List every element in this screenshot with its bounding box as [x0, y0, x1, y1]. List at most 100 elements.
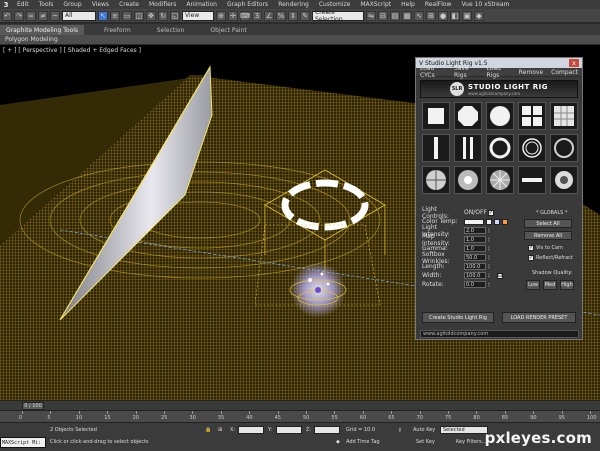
time-slider-handle[interactable]: 0 / 100: [22, 402, 44, 410]
menu-tools[interactable]: Tools: [34, 1, 59, 8]
reflect-refract-checkbox[interactable]: ✓: [528, 255, 534, 261]
menu-graph-editors[interactable]: Graph Editors: [222, 1, 273, 8]
menu-create[interactable]: Create: [114, 1, 144, 8]
graphite-toggle-icon[interactable]: ▦: [402, 10, 412, 21]
color-swatch-white[interactable]: [486, 218, 492, 225]
load-render-preset-button[interactable]: LOAD RENDER PRESET: [502, 312, 576, 323]
tab-object-paint[interactable]: Object Paint: [204, 25, 252, 35]
rotate-spinner[interactable]: [487, 281, 491, 288]
light-intensity-field[interactable]: 2.0: [464, 227, 486, 234]
render-production-icon[interactable]: ◆: [474, 10, 484, 21]
named-selection-sets-dropdown[interactable]: Create Selection: [312, 9, 364, 23]
key-icon[interactable]: ⚷: [398, 427, 402, 433]
preset-ring-light-thin[interactable]: [518, 134, 546, 162]
bind-space-warp-icon[interactable]: ~: [50, 10, 60, 21]
undo-icon[interactable]: ↶: [2, 10, 12, 21]
y-coordinate-field[interactable]: [276, 426, 302, 434]
angle-snap-icon[interactable]: ∠: [264, 10, 274, 21]
preset-soft-box-round[interactable]: [486, 102, 514, 130]
preset-radial-burst[interactable]: [486, 166, 514, 194]
mirror-icon[interactable]: ⇋: [366, 10, 376, 21]
select-manipulate-icon[interactable]: ✛: [228, 10, 238, 21]
time-tag-icon[interactable]: ◆: [336, 439, 340, 445]
gamma-spinner[interactable]: [487, 245, 491, 252]
add-time-tag[interactable]: Add Time Tag: [346, 439, 380, 445]
rendered-frame-window-icon[interactable]: ▣: [462, 10, 472, 21]
tab-selection[interactable]: Selection: [151, 25, 191, 35]
color-swatch-orange[interactable]: [502, 218, 508, 225]
preset-quad-panel[interactable]: [518, 102, 546, 130]
menu-vue[interactable]: Vue 10 xStream: [456, 1, 514, 8]
vis-to-cam-checkbox[interactable]: ✓: [528, 245, 534, 251]
select-rotate-icon[interactable]: ↻: [158, 10, 168, 21]
preset-beauty-dish[interactable]: [550, 166, 578, 194]
set-key-button[interactable]: Set Key: [416, 439, 435, 445]
map-intensity-spinner[interactable]: [487, 236, 491, 243]
map-intensity-field[interactable]: 1.0: [464, 236, 486, 243]
select-scale-icon[interactable]: ◱: [170, 10, 180, 21]
maxscript-listener[interactable]: MAXScript Mi:: [0, 437, 46, 448]
preset-radial-spot[interactable]: [454, 166, 482, 194]
absolute-mode-icon[interactable]: ⊞: [218, 427, 222, 433]
menu-compact[interactable]: Compact: [547, 69, 582, 76]
z-coordinate-field[interactable]: [314, 426, 340, 434]
select-by-name-icon[interactable]: ≡: [110, 10, 120, 21]
shadow-high-button[interactable]: High: [560, 280, 574, 290]
menu-realflow[interactable]: RealFlow: [420, 1, 457, 8]
curve-editor-icon[interactable]: ∿: [414, 10, 424, 21]
menu-group[interactable]: Group: [58, 1, 86, 8]
menu-rendering[interactable]: Rendering: [273, 1, 314, 8]
track-bar[interactable]: 0 5 10 15 20 25 30 35 40 45 50 55 60 65 70 75 80 85 90 95 10…: [0, 410, 600, 422]
length-field[interactable]: 100.0: [464, 263, 486, 270]
menu-load-cycs[interactable]: Load CYCs: [416, 65, 450, 79]
time-slider[interactable]: 0 / 100: [0, 400, 600, 410]
menu-edit[interactable]: Edit: [12, 1, 34, 8]
pivot-center-icon[interactable]: ⊕: [216, 10, 226, 21]
rectangle-selection-icon[interactable]: ▭: [122, 10, 132, 21]
material-editor-icon[interactable]: ●: [438, 10, 448, 21]
key-filters-button[interactable]: Key Filters...: [456, 439, 486, 445]
menu-maxscript[interactable]: MAXScript: [355, 1, 396, 8]
x-coordinate-field[interactable]: [238, 426, 264, 434]
window-crossing-icon[interactable]: ◫: [134, 10, 144, 21]
width-spinner[interactable]: [487, 272, 491, 279]
auto-key-button[interactable]: Auto Key: [413, 427, 435, 433]
light-intensity-spinner[interactable]: [487, 227, 491, 234]
panel-polygon-modeling[interactable]: Polygon Modeling: [0, 36, 58, 43]
edit-named-selection-icon[interactable]: ✎: [300, 10, 310, 21]
align-icon[interactable]: ⊟: [378, 10, 388, 21]
reference-coordinate-dropdown[interactable]: View: [182, 10, 214, 21]
menu-save-rigs[interactable]: Save Rigs: [450, 65, 483, 79]
tab-graphite-modeling-tools[interactable]: Graphite Modeling Tools: [0, 25, 85, 35]
percent-snap-icon[interactable]: %: [276, 10, 286, 21]
select-object-icon[interactable]: ↖: [98, 10, 108, 21]
keyboard-shortcut-icon[interactable]: ⌨: [240, 10, 250, 21]
color-swatch-blue[interactable]: [494, 218, 500, 225]
lock-selection-icon[interactable]: 🔒: [205, 427, 211, 433]
preset-soft-box-square[interactable]: [422, 102, 450, 130]
menu-help[interactable]: Help: [396, 1, 420, 8]
menu-customize[interactable]: Customize: [314, 1, 356, 8]
redo-icon[interactable]: ↷: [14, 10, 24, 21]
on-off-checkbox[interactable]: ✓: [488, 209, 494, 216]
select-all-button[interactable]: Select All: [524, 219, 572, 228]
create-studio-light-rig-button[interactable]: Create Studio Light Rig: [422, 312, 494, 323]
gamma-field[interactable]: 1.0: [464, 245, 486, 252]
menu-views[interactable]: Views: [87, 1, 114, 8]
app-logo-icon[interactable]: 3: [0, 0, 12, 9]
link-icon[interactable]: ∞: [26, 10, 36, 21]
spinner-snap-icon[interactable]: ⇕: [288, 10, 298, 21]
menu-modifiers[interactable]: Modifiers: [144, 1, 181, 8]
menu-animation[interactable]: Animation: [181, 1, 222, 8]
shadow-low-button[interactable]: Low: [526, 280, 540, 290]
color-temp-slider[interactable]: [464, 218, 484, 225]
width-field[interactable]: 100.0: [464, 272, 486, 279]
preset-strip-bar[interactable]: [518, 166, 546, 194]
render-setup-icon[interactable]: ◧: [450, 10, 460, 21]
softbox-wrinkles-field[interactable]: 50.0: [464, 254, 486, 261]
menu-load-rigs[interactable]: Load Rigs: [483, 65, 515, 79]
preset-strip-light-double[interactable]: [454, 134, 482, 162]
preset-soft-box-octagon[interactable]: [454, 102, 482, 130]
select-move-icon[interactable]: ✥: [146, 10, 156, 21]
snaps-toggle-icon[interactable]: 3: [252, 10, 262, 21]
